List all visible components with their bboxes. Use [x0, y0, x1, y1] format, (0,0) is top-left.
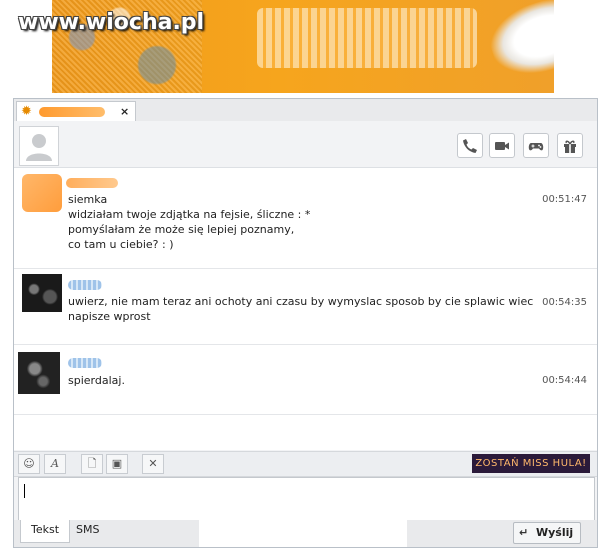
- video-icon: [495, 142, 509, 150]
- tab-bar: ✹ ×: [14, 99, 597, 122]
- message-time: 00:54:44: [542, 375, 587, 386]
- file-icon[interactable]: 🗋: [81, 454, 103, 474]
- banner-leaf-graphic: [482, 0, 554, 86]
- message-time: 00:54:35: [542, 297, 587, 308]
- message-text: uwierz, nie mam teraz ani ochoty ani cza…: [68, 295, 534, 323]
- sender-avatar: [18, 352, 60, 394]
- tab-sms[interactable]: SMS: [66, 520, 109, 542]
- phone-icon: [463, 139, 477, 153]
- games-button[interactable]: [523, 133, 549, 158]
- message-text: siemka widziałam twoje zdjątka na fejsie…: [68, 193, 311, 251]
- message-item: siemka widziałam twoje zdjątka na fejsie…: [14, 168, 597, 269]
- sender-avatar-redacted: [22, 174, 62, 212]
- chat-window: ✹ × siemka widziałam twoje zdjątka na fe…: [13, 98, 598, 548]
- send-label: Wyślij: [536, 526, 574, 539]
- sender-name-redacted: [68, 280, 102, 290]
- gamepad-icon: [528, 143, 544, 151]
- sun-icon: ✹: [21, 104, 32, 119]
- message-item: uwierz, nie mam teraz ani ochoty ani cza…: [14, 268, 597, 345]
- close-icon[interactable]: ×: [120, 105, 129, 118]
- redaction-block: [199, 519, 407, 547]
- video-call-button[interactable]: [489, 133, 515, 158]
- gift-button[interactable]: [557, 133, 583, 158]
- contact-avatar: [19, 126, 59, 166]
- sender-name-redacted: [68, 358, 102, 368]
- conversation-tab[interactable]: ✹ ×: [16, 101, 136, 122]
- message-input[interactable]: [18, 477, 595, 521]
- message-time: 00:51:47: [542, 194, 587, 205]
- call-button[interactable]: [457, 133, 483, 158]
- tab-text[interactable]: Tekst: [20, 520, 71, 543]
- message-text: spierdalaj.: [68, 374, 125, 387]
- watermark-logo: www.wiocha.pl: [18, 10, 205, 35]
- message-item: spierdalaj. 00:54:44: [14, 344, 597, 415]
- font-icon[interactable]: A: [44, 454, 66, 474]
- sender-avatar: [22, 274, 62, 312]
- promo-banner[interactable]: ZOSTAŃ MISS HULA!: [472, 454, 590, 473]
- contact-name-redacted: [39, 107, 105, 117]
- camera-icon[interactable]: ▣: [106, 454, 128, 474]
- banner-blurred-text: [257, 8, 477, 68]
- chat-header: [14, 121, 597, 168]
- message-list[interactable]: siemka widziałam twoje zdjątka na fejsie…: [14, 168, 597, 450]
- enter-icon: ↵: [519, 526, 529, 539]
- sender-name-redacted: [66, 178, 118, 188]
- send-button[interactable]: ↵ Wyślij: [513, 522, 581, 544]
- gift-icon: [564, 140, 576, 153]
- compose-toolbar: ☺ A 🗋 ▣ ✕ ZOSTAŃ MISS HULA!: [14, 451, 597, 477]
- tools-icon[interactable]: ✕: [142, 454, 164, 474]
- smiley-icon[interactable]: ☺: [18, 454, 40, 474]
- text-caret: [24, 484, 25, 498]
- user-silhouette-icon: [26, 134, 52, 161]
